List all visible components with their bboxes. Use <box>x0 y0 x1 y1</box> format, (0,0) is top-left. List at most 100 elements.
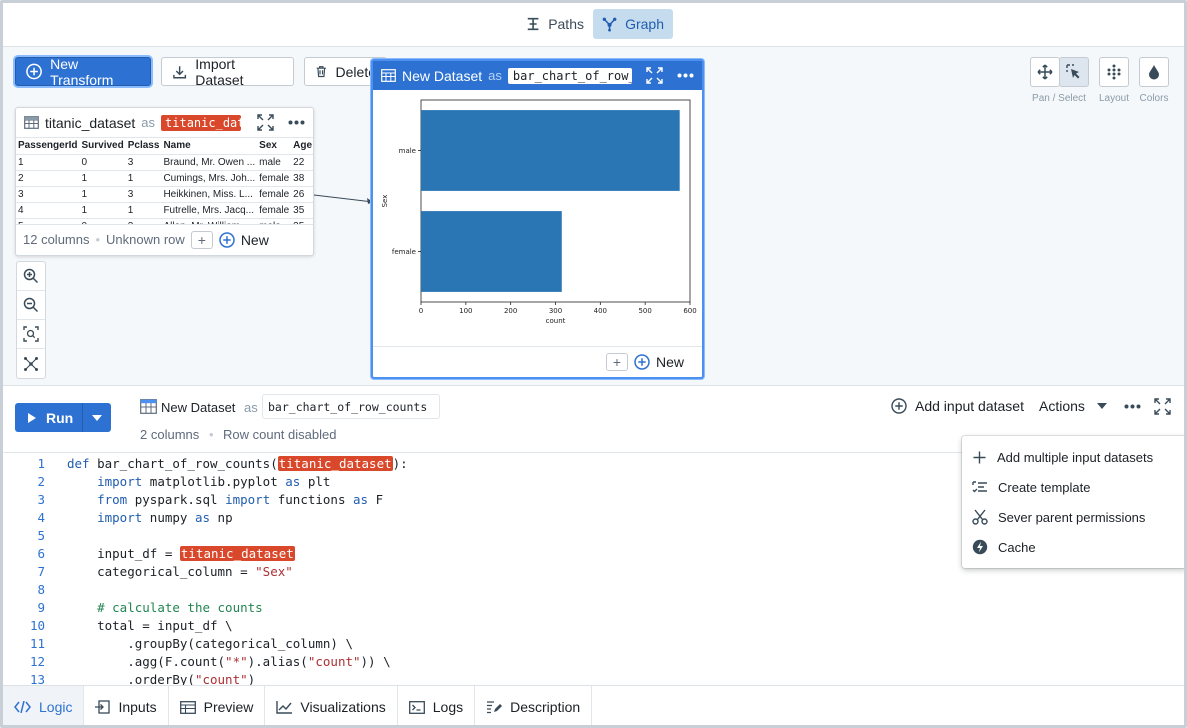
table-cell: 1 <box>79 202 126 219</box>
code-line: 11 .groupBy(categorical_column) \ <box>29 635 353 651</box>
tab-description-label: Description <box>510 699 581 715</box>
zoom-to-fit-icon <box>23 326 39 342</box>
add-node-button[interactable]: + <box>190 230 213 249</box>
output-alias-field[interactable]: bar_chart_of_row_counts <box>507 67 632 84</box>
output-node-footer: + New <box>373 346 702 376</box>
zoom-in-button[interactable] <box>17 262 45 291</box>
import-dataset-button[interactable]: Import Dataset <box>161 56 294 88</box>
zoom-out-button[interactable] <box>17 291 45 320</box>
x-tick-label: 400 <box>594 307 607 315</box>
table-cell: female <box>257 202 292 219</box>
panel-dataset-name: New Dataset <box>161 400 236 415</box>
edge-connector <box>313 194 374 204</box>
table-row: 2 1 1 Cumings, Mrs. Joh... female 38 <box>16 170 313 187</box>
add-input-label: Add input dataset <box>915 398 1024 414</box>
graph-canvas[interactable]: New Transform Import Dataset Delete tita… <box>3 47 1184 386</box>
tab-logic[interactable]: Logic <box>3 686 85 725</box>
tab-inputs[interactable]: Inputs <box>84 686 169 725</box>
table-cell: male <box>257 154 292 171</box>
table-cell: 0 <box>79 154 126 171</box>
code-line: 12 .agg(F.count("*").alias("count")) \ <box>29 653 391 669</box>
more-icon[interactable] <box>288 120 305 125</box>
table-cell: 2 <box>16 170 80 187</box>
column-header: Pclass <box>125 138 162 155</box>
expand-icon[interactable] <box>257 114 274 131</box>
tab-visualizations[interactable]: Visualizations <box>265 686 398 725</box>
run-label: Run <box>46 409 74 426</box>
new-transform-button[interactable]: New Transform <box>15 55 151 88</box>
menu-item-add-multiple-inputs[interactable]: Add multiple input datasets <box>962 442 1184 472</box>
new-label: New <box>655 353 684 370</box>
bar <box>421 110 680 191</box>
add-node-button[interactable]: + <box>605 352 628 371</box>
more-icon[interactable] <box>677 73 694 78</box>
code-line: 10 total = input_df \ <box>29 617 233 633</box>
row-count: Unknown row <box>106 232 185 247</box>
menu-item-label: Cache <box>998 539 1036 555</box>
source-dataset-node[interactable]: titanic_dataset as titanic_dataset Passe… <box>15 107 314 256</box>
add-input-dataset-button[interactable]: Add input dataset <box>891 398 1024 414</box>
caret-down-icon <box>92 414 102 421</box>
more-icon[interactable] <box>1124 404 1141 409</box>
paths-view-label: Paths <box>548 16 584 32</box>
lightning-icon <box>972 539 988 555</box>
graph-nodes-icon <box>24 356 38 371</box>
select-tool-button[interactable] <box>1059 57 1089 87</box>
menu-item-label: Sever parent permissions <box>998 509 1146 525</box>
new-label: New <box>240 231 269 248</box>
tab-preview[interactable]: Preview <box>169 686 266 725</box>
tab-logs[interactable]: Logs <box>398 686 476 725</box>
y-axis-label: Sex <box>381 195 389 208</box>
source-alias-badge[interactable]: titanic_dataset <box>161 114 242 131</box>
table-cell: Heikkinen, Miss. L... <box>161 186 258 203</box>
menu-item-cache[interactable]: Cache <box>962 532 1184 562</box>
x-tick-label: 100 <box>459 307 472 315</box>
run-button[interactable]: Run <box>15 403 83 432</box>
template-list-icon <box>972 481 987 493</box>
table-cell: female <box>257 186 292 203</box>
output-dataset-node[interactable]: New Dataset as bar_chart_of_row_counts m… <box>371 59 704 379</box>
table-cell: female <box>257 170 292 187</box>
menu-item-sever-permissions[interactable]: Sever parent permissions <box>962 502 1184 532</box>
plus-circle-icon <box>891 398 907 414</box>
line-chart-icon <box>276 700 293 714</box>
new-node-button[interactable]: New <box>634 354 684 370</box>
table-icon <box>24 116 39 129</box>
new-node-button[interactable]: New <box>219 232 269 248</box>
column-header: Age <box>291 138 313 155</box>
code-line: 9 # calculate the counts <box>37 599 263 615</box>
table-cell: 4 <box>16 202 80 219</box>
zoom-to-fit-button[interactable] <box>17 320 45 349</box>
download-icon <box>173 65 187 78</box>
x-axis-label: count <box>546 317 566 325</box>
table-cell: 1 <box>16 154 80 171</box>
table-row: 3 1 3 Heikkinen, Miss. L... female 26 <box>16 186 313 203</box>
menu-item-label: Add multiple input datasets <box>997 449 1154 465</box>
plus-icon: + <box>197 231 206 248</box>
column-header: Survived <box>79 138 126 155</box>
x-tick-label: 200 <box>504 307 517 315</box>
pan-tool-button[interactable] <box>1030 57 1060 87</box>
graph-icon <box>602 17 617 32</box>
graph-view-button[interactable]: Graph <box>593 9 673 39</box>
move-icon <box>1037 64 1053 80</box>
bar-chart: male female 0 100 200 300 400 500 600 count Sex <box>381 99 697 325</box>
tab-description[interactable]: Description <box>475 686 593 725</box>
pan-select-label: Pan / Select <box>1032 93 1086 104</box>
actions-menu-button[interactable]: Actions <box>1039 398 1107 414</box>
expand-icon[interactable] <box>646 67 663 84</box>
paths-view-button[interactable]: Paths <box>517 9 593 39</box>
menu-item-label: Create template <box>998 479 1091 495</box>
output-node-title: New Dataset <box>402 67 483 84</box>
table-cell: Futrelle, Mrs. Jacq... <box>161 202 258 219</box>
console-icon <box>408 700 425 714</box>
expand-icon[interactable] <box>1154 398 1171 415</box>
run-options-button[interactable] <box>83 403 111 432</box>
panel-alias-input[interactable]: bar_chart_of_row_counts <box>262 394 440 419</box>
colors-button[interactable] <box>1139 57 1169 87</box>
new-transform-label: New Transform <box>50 55 114 88</box>
fit-graph-button[interactable] <box>17 349 45 378</box>
menu-item-create-template[interactable]: Create template <box>962 472 1184 502</box>
layout-button[interactable] <box>1099 57 1129 87</box>
document-edit-icon <box>487 701 503 714</box>
